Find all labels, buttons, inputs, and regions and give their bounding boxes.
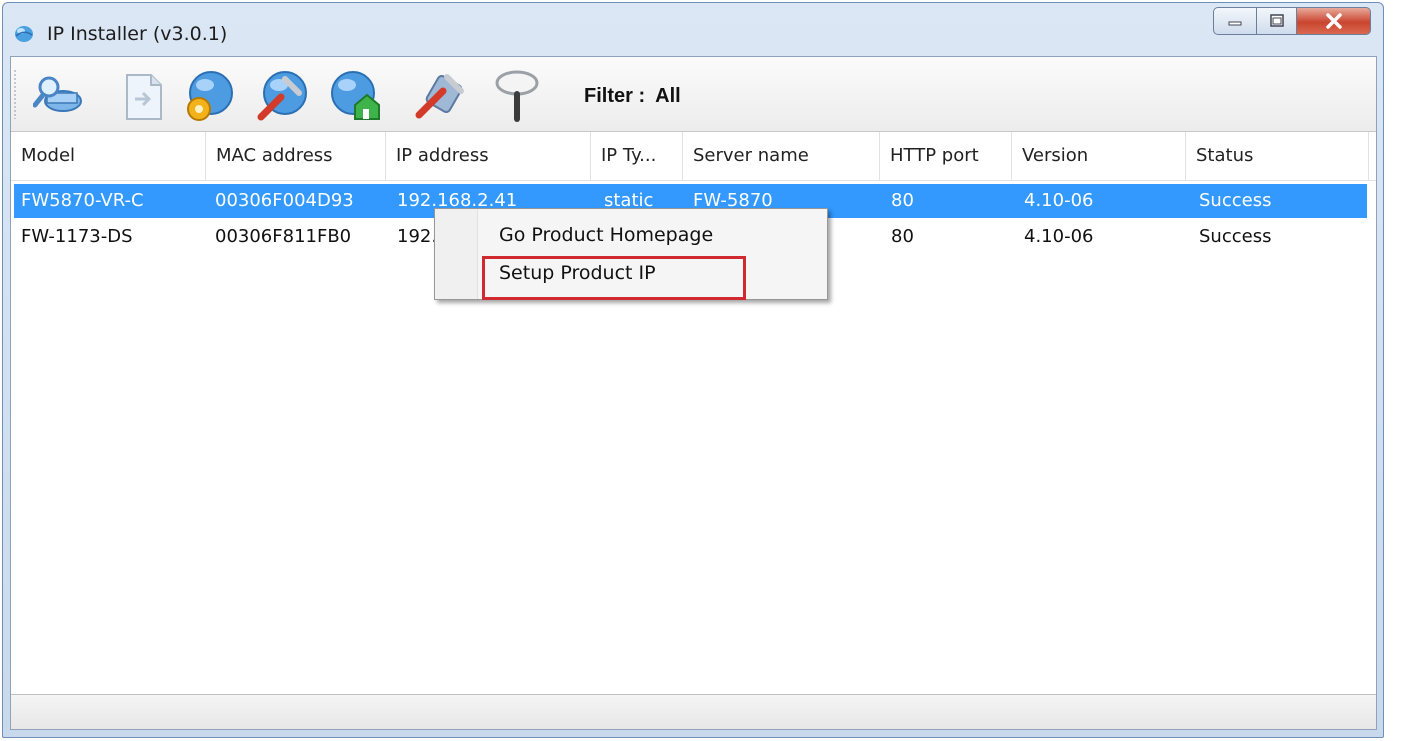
menu-item-go-product-homepage[interactable]: Go Product Homepage xyxy=(483,217,823,253)
cell-http-port: 80 xyxy=(891,190,914,211)
app-globe-icon xyxy=(15,26,33,42)
close-icon xyxy=(1325,13,1342,29)
home-globe-icon[interactable] xyxy=(327,69,381,123)
filter-value: All xyxy=(655,85,681,107)
tools-globe-icon[interactable] xyxy=(255,69,309,123)
cell-version: 4.10-06 xyxy=(1024,190,1094,211)
filter-indicator[interactable]: Filter : All xyxy=(584,85,681,108)
close-button[interactable] xyxy=(1297,7,1371,35)
column-header-server-name[interactable]: Server name xyxy=(683,132,880,180)
filter-label: Filter : xyxy=(584,85,646,107)
context-menu: Go Product Homepage Setup Product IP xyxy=(434,208,828,300)
settings-globe-icon[interactable] xyxy=(181,69,235,123)
maximize-icon xyxy=(1269,14,1284,27)
window-controls xyxy=(1213,7,1371,37)
cell-version: 4.10-06 xyxy=(1024,226,1094,247)
minimize-button[interactable] xyxy=(1213,7,1257,35)
app-window: IP Installer (v3.0.1) Filter: All Model… xyxy=(2,2,1384,738)
context-menu-icon-strip xyxy=(435,209,478,299)
column-header-version[interactable]: Version xyxy=(1012,132,1186,180)
cell-mac: 00306F811FB0 xyxy=(215,226,352,247)
minimize-icon xyxy=(1228,21,1242,26)
magnifier-icon[interactable] xyxy=(491,69,545,123)
config-tools-icon[interactable] xyxy=(413,69,467,123)
column-header-status[interactable]: Status xyxy=(1186,132,1369,180)
document-icon[interactable] xyxy=(115,69,169,123)
toolbar: Filter : All xyxy=(11,57,1376,132)
column-header-http-port[interactable]: HTTP port xyxy=(880,132,1012,180)
cell-status: Success xyxy=(1199,190,1272,211)
cell-model: FW-1173-DS xyxy=(21,226,133,247)
column-header-ip[interactable]: IP address xyxy=(386,132,591,180)
table-header: Model MAC address IP address IP Ty... Se… xyxy=(11,132,1376,181)
column-header-ip-type[interactable]: IP Ty... xyxy=(591,132,683,180)
client-area: Filter : All Model MAC address IP address… xyxy=(10,56,1377,730)
cell-ip: 192. xyxy=(397,226,438,247)
maximize-button[interactable] xyxy=(1257,7,1297,35)
toolbar-grip[interactable] xyxy=(14,69,16,119)
status-bar xyxy=(11,694,1376,729)
column-header-model[interactable]: Model xyxy=(11,132,206,180)
cell-status: Success xyxy=(1199,226,1272,247)
menu-item-setup-product-ip[interactable]: Setup Product IP xyxy=(483,255,823,291)
window-title: IP Installer (v3.0.1) xyxy=(47,23,228,45)
title-bar[interactable]: IP Installer (v3.0.1) xyxy=(3,3,1383,55)
cell-mac: 00306F004D93 xyxy=(215,190,354,211)
cell-model: FW5870-VR-C xyxy=(21,190,144,211)
search-devices-icon[interactable] xyxy=(33,69,87,123)
column-header-mac[interactable]: MAC address xyxy=(206,132,386,180)
cell-http-port: 80 xyxy=(891,226,914,247)
